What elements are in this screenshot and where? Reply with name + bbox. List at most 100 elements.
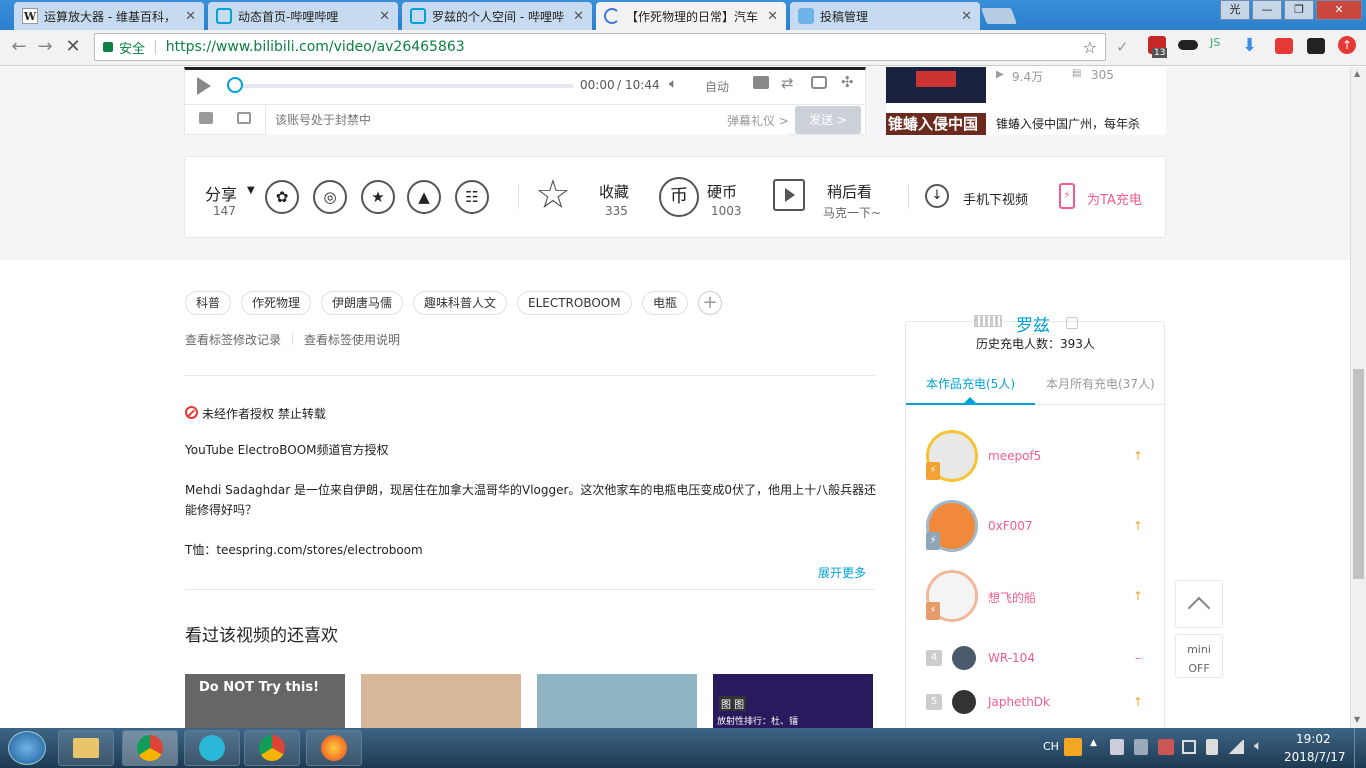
tray-icon[interactable] [1182,740,1196,754]
avatar[interactable] [952,646,976,670]
omnibox[interactable]: 安全 | https://www.bilibili.com/video/av26… [94,33,1106,61]
tab-upload-manage[interactable]: 投稿管理 ✕ [790,2,980,30]
file-explorer-icon[interactable] [58,730,114,766]
scrollbar-thumb[interactable] [1353,369,1364,579]
update-arrow-icon[interactable]: ↑ [1338,36,1356,54]
tray-app-icon[interactable] [1064,738,1082,756]
tag-item[interactable]: 伊朗唐马儒 [321,291,404,315]
settings-icon[interactable]: ✣ [841,73,854,91]
watch-later-icon[interactable] [773,179,805,211]
stop-loading-icon[interactable]: ✕ [62,36,84,58]
back-to-top-button[interactable] [1175,580,1223,628]
charge-user-name[interactable]: WR-104 [988,651,1035,665]
avatar[interactable] [952,690,976,714]
scroll-up-icon[interactable]: ▲ [1354,69,1360,78]
danmaku-style-icon[interactable] [237,112,251,124]
battery-tray-icon[interactable] [1206,739,1218,755]
side-video-thumbnail[interactable] [886,67,986,103]
charge-user-name[interactable]: 想飞的船 [988,589,1036,606]
minimize-button[interactable]: — [1252,0,1282,20]
close-icon[interactable]: ✕ [767,9,778,24]
volume-icon[interactable]: 🔈︎ [669,76,677,92]
tag-usage-link[interactable]: 查看标签使用说明 [304,331,400,348]
forward-arrow-icon[interactable]: → [34,36,56,58]
share-label[interactable]: 分享 [205,181,237,205]
recommend-video-thumbnail[interactable] [361,674,521,728]
recommend-video-thumbnail[interactable]: 图 图 放射性排行：杜、镭 [713,674,873,728]
mini-player-toggle[interactable]: mini OFF [1175,634,1223,678]
close-icon[interactable]: ✕ [573,9,584,24]
tab-month-charge[interactable]: 本月所有充电(37人) [1046,375,1155,392]
show-desktop-button[interactable] [1354,728,1366,768]
volume-tray-icon[interactable]: 🔈︎ [1254,738,1262,754]
security-tray-icon[interactable] [1110,739,1124,755]
tray-icon[interactable] [1158,739,1174,755]
play-icon[interactable] [197,77,211,95]
tag-item[interactable]: 电瓶 [642,291,689,315]
tag-history-link[interactable]: 查看标签修改记录 [185,331,281,348]
scroll-down-icon[interactable]: ▼ [1354,715,1360,724]
tag-item[interactable]: 作死物理 [241,291,312,315]
chrome-icon[interactable] [244,730,300,766]
watch-later-label[interactable]: 稍后看 [827,181,872,202]
tab-dynamic-home[interactable]: 动态首页-哔哩哔哩 ✕ [208,2,398,30]
tag-item[interactable]: 趣味科普人文 [413,291,508,315]
charge-user-name[interactable]: 0xF007 [988,519,1033,533]
tab-work-charge[interactable]: 本作品充电(5人) [926,375,1015,392]
dark-extension-icon[interactable] [1307,38,1325,54]
loop-icon[interactable]: ⇄ [781,74,794,92]
adblock-extension-icon[interactable]: 13 [1148,36,1168,58]
chrome-icon[interactable] [122,730,178,766]
maximize-button[interactable]: ❐ [1284,0,1314,20]
tray-expand-icon[interactable]: ▲ [1090,738,1097,748]
close-icon[interactable]: ✕ [379,9,390,24]
video-player-icon[interactable] [184,730,240,766]
url-text[interactable]: https://www.bilibili.com/video/av2646586… [166,39,465,55]
recommend-video-thumbnail[interactable]: Do NOT Try this! [185,674,345,728]
page-scrollbar[interactable]: ▲ ▼ [1350,67,1366,728]
profile-button[interactable]: 光 [1220,0,1250,20]
progress-handle[interactable] [227,77,243,93]
charge-user-name[interactable]: meepof5 [988,449,1041,463]
send-danmaku-button[interactable]: 发送 > [795,106,861,134]
firefox-icon[interactable] [306,730,362,766]
mobile-download-icon[interactable]: ↓ [925,184,949,208]
check-extension-icon[interactable]: ✓ [1116,38,1129,56]
danmaku-toggle-icon[interactable] [199,112,213,124]
side-video-2-title[interactable]: 锥蝽入侵中国广州，每年杀 [996,115,1146,132]
progress-bar[interactable] [229,84,573,88]
incognito-extension-icon[interactable] [1178,40,1198,50]
clock-date[interactable]: 2018/7/17 [1284,750,1346,764]
red-extension-icon[interactable] [1275,38,1293,54]
back-arrow-icon[interactable]: ← [8,36,30,58]
new-tab-button[interactable] [981,8,1017,24]
add-tag-button[interactable]: + [698,291,722,315]
favorite-star-icon[interactable]: ☆ [535,175,571,215]
tag-item[interactable]: ELECTROBOOM [517,291,632,315]
tab-user-space[interactable]: 罗兹的个人空间 - 哔哩哔 ✕ [402,2,592,30]
js-extension-icon[interactable]: JS [1210,36,1220,49]
tv-icon[interactable] [811,76,827,89]
share-weibo-icon[interactable]: ◎ [313,180,347,214]
charge-up-name[interactable]: 罗兹 [1016,311,1050,336]
network-tray-icon[interactable] [1228,740,1244,754]
tab-wikipedia[interactable]: W 运算放大器 - 维基百科， ✕ [14,2,204,30]
charge-user-name[interactable]: JaphethDk [988,695,1050,709]
input-language[interactable]: CH [1043,740,1059,753]
expand-more-link[interactable]: 展开更多 [818,564,866,581]
tab-current-video[interactable]: 【作死物理的日常】汽车 ✕ [596,2,786,30]
share-dropdown-icon[interactable]: ▼ [247,185,255,196]
quality-auto[interactable]: 自动 [705,78,729,95]
charge-button[interactable]: 为TA充电 [1087,189,1142,208]
battery-charge-icon[interactable]: ⚡ [1059,183,1075,209]
close-window-button[interactable]: ✕ [1316,0,1362,20]
clock-time[interactable]: 19:02 [1296,732,1331,746]
coin-label[interactable]: 硬币 [707,181,737,202]
danmaku-input[interactable] [267,105,787,135]
mobile-download-label[interactable]: 手机下视频 [963,189,1028,208]
danmaku-list-icon[interactable] [753,76,769,89]
tray-icon[interactable] [1134,739,1148,755]
bookmark-star-icon[interactable]: ☆ [1083,38,1097,57]
close-icon[interactable]: ✕ [961,9,972,24]
favorite-label[interactable]: 收藏 [599,181,629,202]
